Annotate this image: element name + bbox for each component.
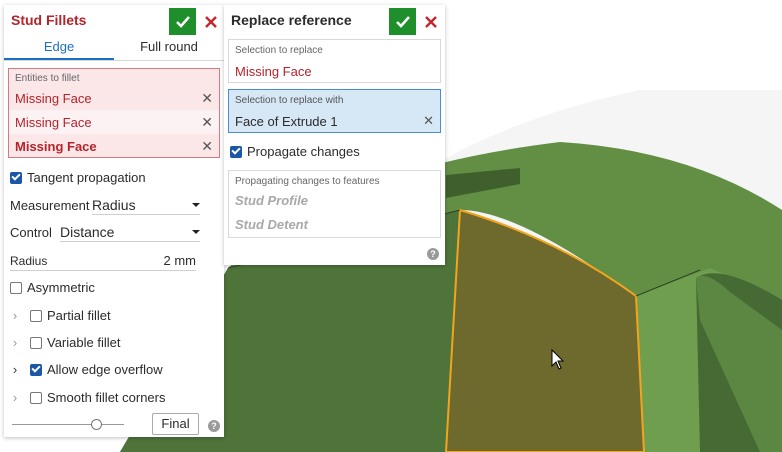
chevron-right-icon[interactable]: ›	[10, 308, 20, 323]
replace-with-caption: Selection to replace with	[235, 95, 344, 106]
propagate-changes-label: Propagate changes	[247, 144, 360, 159]
replace-with-value: Face of Extrude 1	[235, 113, 338, 129]
chevron-down-icon	[192, 229, 200, 234]
final-button[interactable]: Final	[152, 413, 199, 435]
panel-header: Replace reference	[224, 5, 445, 35]
tangent-propagation-checkbox[interactable]	[10, 171, 22, 184]
chevron-right-icon[interactable]: ›	[10, 390, 20, 405]
chevron-right-icon[interactable]: ›	[10, 335, 20, 350]
entity-label: Missing Face	[15, 114, 92, 130]
variable-fillet-row[interactable]: › Variable fillet	[4, 335, 224, 350]
tab-edge[interactable]: Edge	[4, 35, 114, 60]
replace-with-field[interactable]: Selection to replace with Face of Extrud…	[228, 89, 441, 133]
cancel-button[interactable]	[420, 8, 442, 35]
smooth-corners-label: Smooth fillet corners	[47, 390, 166, 405]
panel-header: Stud Fillets	[4, 5, 224, 35]
radius-field[interactable]: Radius 2 mm	[10, 251, 196, 271]
allow-edge-overflow-row[interactable]: › Allow edge overflow	[4, 362, 224, 377]
allow-edge-overflow-checkbox[interactable]	[30, 363, 42, 376]
partial-fillet-checkbox[interactable]	[30, 309, 42, 322]
stud-fillets-panel: Stud Fillets Edge Full round Entities to…	[4, 5, 224, 437]
entity-label: Missing Face	[15, 90, 92, 106]
control-row: Control Distance	[4, 222, 224, 242]
tangent-propagation-label: Tangent propagation	[27, 170, 146, 185]
rollback-slider-track[interactable]	[12, 424, 124, 425]
list-item: Stud Profile	[235, 193, 308, 208]
clear-icon[interactable]: ✕	[423, 113, 434, 129]
help-icon[interactable]: ?	[427, 248, 439, 260]
partial-fillet-row[interactable]: › Partial fillet	[4, 308, 224, 323]
help-icon[interactable]: ?	[208, 420, 220, 432]
selection-to-replace-field[interactable]: Selection to replace Missing Face	[228, 39, 441, 83]
variable-fillet-checkbox[interactable]	[30, 336, 42, 349]
smooth-corners-row[interactable]: › Smooth fillet corners	[4, 390, 224, 405]
accept-button[interactable]	[389, 8, 416, 35]
measurement-select[interactable]: Radius	[92, 195, 200, 215]
selection-to-replace-caption: Selection to replace	[235, 45, 323, 56]
partial-fillet-label: Partial fillet	[47, 308, 111, 323]
measurement-row: Measurement Radius	[4, 195, 224, 215]
list-item[interactable]: Missing Face ✕	[9, 86, 219, 110]
close-icon	[425, 15, 437, 28]
asymmetric-label: Asymmetric	[27, 280, 95, 295]
control-value: Distance	[60, 223, 115, 240]
radius-value: 2 mm	[163, 253, 197, 268]
tab-full-round[interactable]: Full round	[114, 35, 224, 60]
accept-button[interactable]	[169, 8, 196, 35]
control-select[interactable]: Distance	[60, 222, 200, 242]
panel-title: Stud Fillets	[11, 12, 87, 28]
entities-to-fillet-box[interactable]: Entities to fillet Missing Face ✕ Missin…	[8, 68, 220, 158]
tangent-propagation-row[interactable]: Tangent propagation	[4, 170, 224, 185]
propagate-changes-checkbox[interactable]	[230, 145, 242, 158]
cancel-button[interactable]	[200, 8, 222, 35]
propagate-changes-row[interactable]: Propagate changes	[230, 144, 440, 159]
control-label: Control	[10, 224, 52, 240]
asymmetric-row[interactable]: Asymmetric	[4, 280, 224, 295]
chevron-right-icon[interactable]: ›	[10, 362, 20, 377]
list-item[interactable]: Missing Face ✕	[9, 110, 219, 134]
checkmark-icon	[175, 15, 190, 28]
smooth-corners-checkbox[interactable]	[30, 391, 42, 404]
measurement-label: Measurement	[10, 197, 90, 213]
allow-edge-overflow-label: Allow edge overflow	[47, 362, 163, 377]
entities-caption: Entities to fillet	[15, 73, 80, 84]
list-item: Stud Detent	[235, 217, 308, 232]
remove-icon[interactable]: ✕	[201, 114, 213, 131]
propagating-caption: Propagating changes to features	[235, 176, 380, 187]
panel-title: Replace reference	[231, 12, 352, 28]
entity-label: Missing Face	[15, 138, 97, 154]
asymmetric-checkbox[interactable]	[10, 281, 22, 294]
remove-icon[interactable]: ✕	[201, 138, 213, 155]
tab-bar: Edge Full round	[4, 35, 224, 61]
radius-row: Radius 2 mm	[4, 251, 224, 271]
chevron-down-icon	[192, 202, 200, 207]
remove-icon[interactable]: ✕	[201, 90, 213, 107]
checkmark-icon	[395, 15, 410, 28]
selection-to-replace-value: Missing Face	[235, 63, 312, 79]
radius-label: Radius	[10, 253, 48, 268]
measurement-value: Radius	[92, 196, 136, 213]
list-item[interactable]: Missing Face ✕	[9, 134, 219, 158]
variable-fillet-label: Variable fillet	[47, 335, 121, 350]
close-icon	[205, 15, 217, 28]
rollback-slider-handle[interactable]	[91, 419, 102, 430]
propagating-features-box: Propagating changes to features Stud Pro…	[228, 170, 441, 238]
replace-reference-panel: Replace reference Selection to replace M…	[224, 5, 445, 265]
